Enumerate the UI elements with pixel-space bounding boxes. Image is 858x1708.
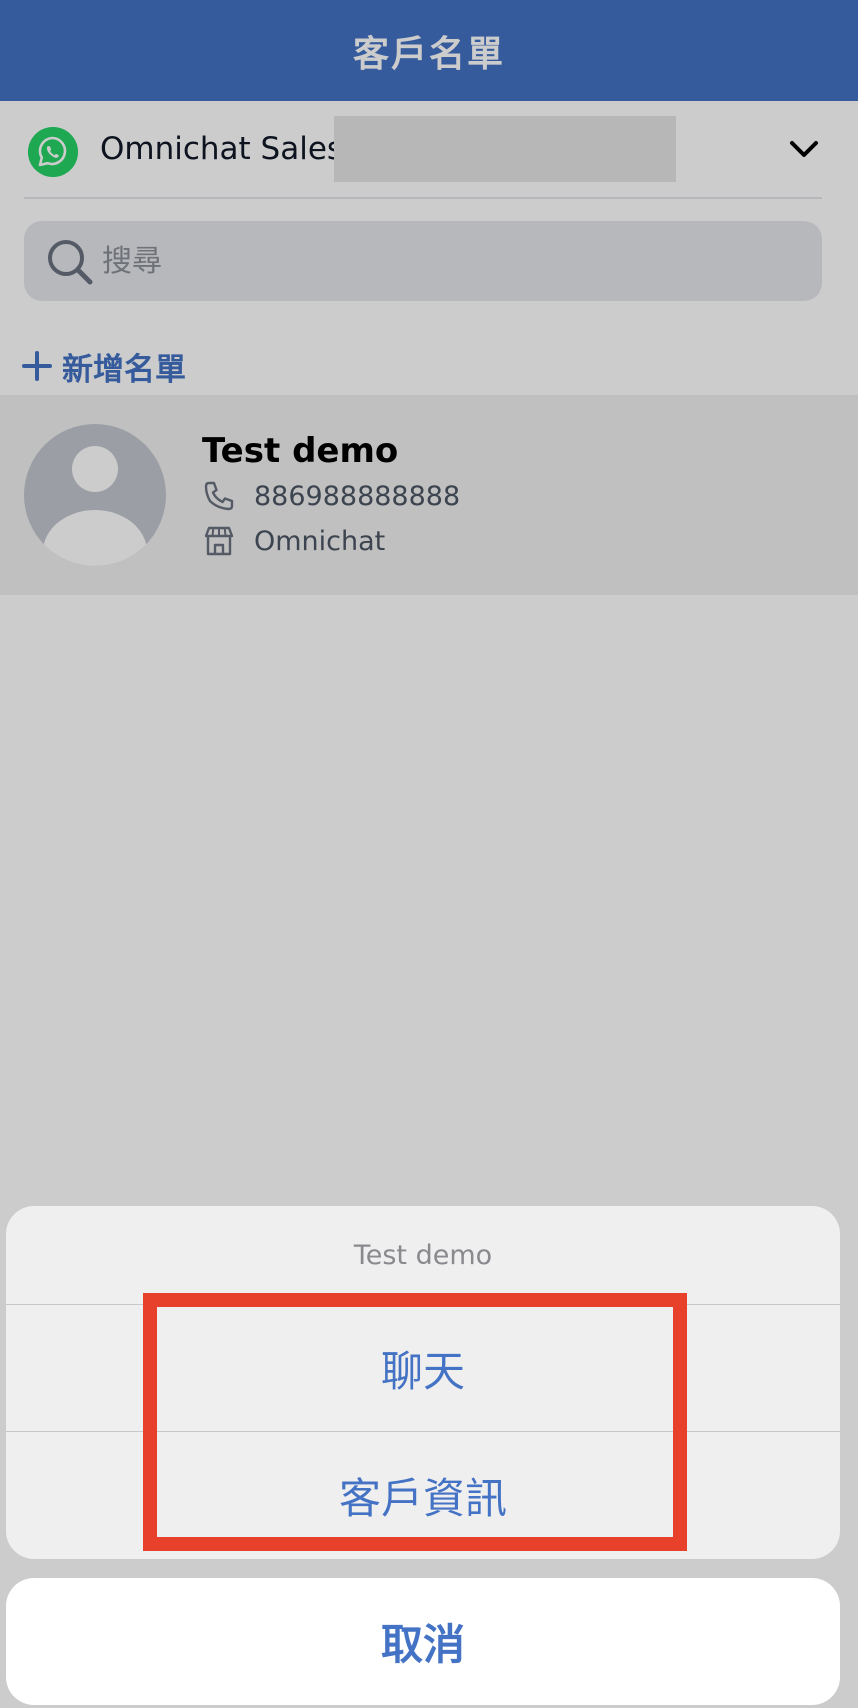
customer-info-option[interactable]: 客戶資訊 [6, 1432, 840, 1559]
cancel-button[interactable]: 取消 [6, 1578, 840, 1705]
action-sheet-title: Test demo [353, 1239, 493, 1271]
action-sheet: Test demo 聊天 客戶資訊 [6, 1206, 840, 1559]
chat-option[interactable]: 聊天 [6, 1305, 840, 1432]
